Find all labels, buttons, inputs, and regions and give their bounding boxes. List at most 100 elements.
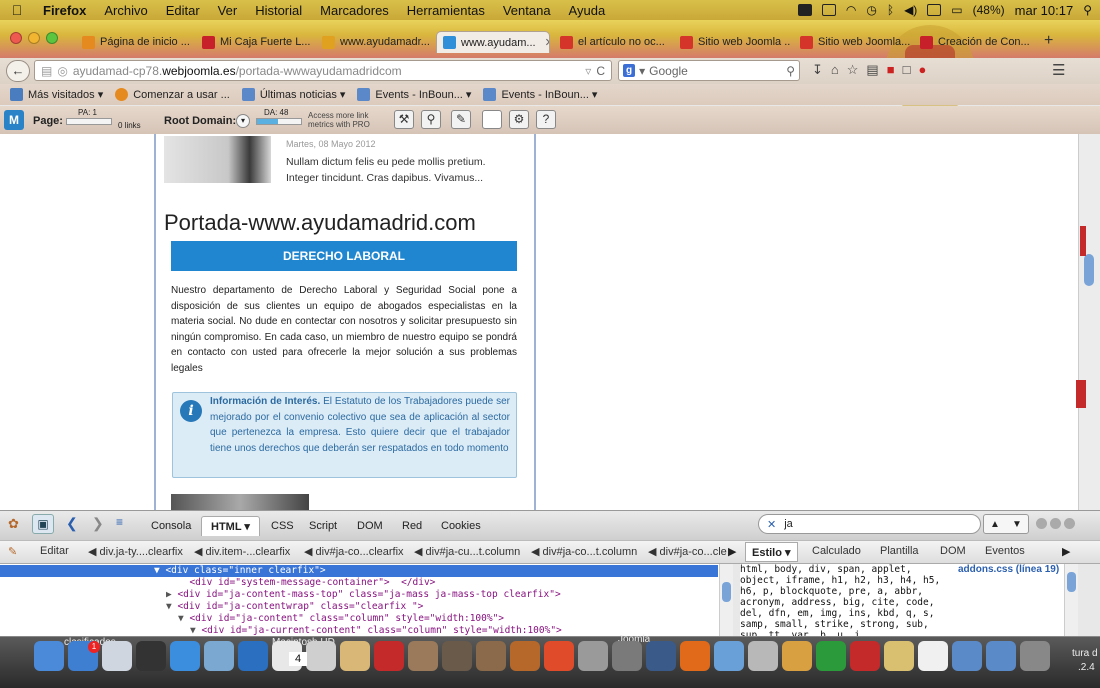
dock-app-icon[interactable]	[306, 641, 336, 671]
minimize-icon[interactable]	[1036, 518, 1047, 529]
menu-ver[interactable]: Ver	[209, 3, 247, 18]
tab-3[interactable]: www.ayudam... ✕	[436, 31, 550, 53]
breadcrumb-2[interactable]: ◀ div#ja-co...clearfix	[304, 545, 404, 558]
breadcrumb-5[interactable]: ◀ div#ja-co...cle	[648, 545, 727, 558]
bookmark-star-icon[interactable]: ☆	[847, 62, 859, 78]
firebug-icon[interactable]: ✿	[8, 516, 19, 532]
html-node-row[interactable]: ▼ <div id="ja-content" class="column" st…	[0, 613, 718, 625]
magnifier-icon[interactable]: ⚲	[421, 110, 441, 129]
breadcrumb-1[interactable]: ◀ div.item-...clearfix	[194, 545, 290, 558]
tab-0[interactable]: Página de inicio ...	[76, 31, 192, 53]
dock-app-icon[interactable]	[918, 641, 948, 671]
dock-app-icon[interactable]	[442, 641, 472, 671]
menu-marcadores[interactable]: Marcadores	[311, 3, 398, 18]
close-window-button[interactable]	[10, 32, 22, 44]
edit-icon[interactable]: ✎	[8, 545, 17, 558]
clear-search-icon[interactable]: ✕	[767, 518, 776, 531]
moz-access-pro[interactable]: Access more link metrics with PRO	[308, 111, 370, 129]
root-domain-dropdown-icon[interactable]: ▾	[236, 114, 250, 128]
dock-app-icon[interactable]	[136, 641, 166, 671]
blank-tool-button[interactable]	[482, 110, 502, 129]
menu-historial[interactable]: Historial	[246, 3, 311, 18]
search-magnifier-icon[interactable]: ⚲	[786, 64, 799, 78]
inspect-icon[interactable]: ▣	[32, 514, 54, 534]
tab-eventos[interactable]: Eventos	[985, 545, 1025, 557]
tab-css[interactable]: CSS	[262, 516, 303, 536]
badge-addon-icon[interactable]: ●	[918, 62, 926, 78]
tab-estilo[interactable]: Estilo ▾	[745, 542, 798, 562]
html-node-row[interactable]: ▼ <div id="ja-contentwrap" class="clearf…	[0, 601, 718, 613]
breadcrumb-0[interactable]: ◀ div.ja-ty....clearfix	[88, 545, 183, 558]
breadcrumb-more-icon[interactable]: ▶	[728, 545, 736, 558]
url-dropdown-icon[interactable]: ▿	[585, 64, 591, 78]
edit-button[interactable]: Editar	[40, 545, 69, 557]
dock-app-icon[interactable]	[748, 641, 778, 671]
tab-1[interactable]: Mi Caja Fuerte L...	[196, 31, 312, 53]
tab-7[interactable]: Creación de Con...	[914, 31, 1044, 53]
menu-ayuda[interactable]: Ayuda	[560, 3, 615, 18]
pencil-icon[interactable]: ✎	[451, 110, 471, 129]
moz-logo[interactable]: M	[4, 110, 24, 130]
command-line-icon[interactable]: ≡	[116, 515, 123, 529]
dock-app-icon[interactable]	[34, 641, 64, 671]
tab-red[interactable]: Red	[393, 516, 431, 536]
dock-app-icon[interactable]	[850, 641, 880, 671]
spotlight-search-icon[interactable]: ⚲	[1083, 3, 1092, 17]
bookmark-events-2[interactable]: Events - InBoun... ▾	[483, 88, 597, 101]
html-tree-pane[interactable]: ▼ <div class="inner clearfix"> <div id="…	[0, 564, 719, 636]
dock-app-icon[interactable]	[578, 641, 608, 671]
dock-app-icon[interactable]	[1020, 641, 1050, 671]
menu-ventana[interactable]: Ventana	[494, 3, 560, 18]
article-thumbnail[interactable]	[164, 136, 271, 183]
lastpass-icon[interactable]: ■	[887, 62, 895, 78]
new-tab-button[interactable]: +	[1044, 32, 1053, 50]
search-prev-icon[interactable]: ▲	[990, 519, 1000, 530]
tab-close-icon[interactable]: ✕	[545, 36, 549, 49]
dock-app-icon[interactable]	[884, 641, 914, 671]
zoom-window-button[interactable]	[46, 32, 58, 44]
tab-calculado[interactable]: Calculado	[812, 545, 861, 557]
dock-app-icon[interactable]	[408, 641, 438, 671]
firebug-search-input[interactable]: ✕ ja	[758, 514, 981, 534]
dock-app-icon[interactable]	[544, 641, 574, 671]
gear-icon[interactable]: ⚙	[509, 110, 529, 129]
dock-app-icon[interactable]	[816, 641, 846, 671]
home-icon[interactable]: ⌂	[831, 62, 839, 78]
expand-toggle-icon[interactable]	[178, 577, 189, 588]
bookmark-events-1[interactable]: Events - InBoun... ▾	[357, 88, 471, 101]
detach-icon[interactable]	[1050, 518, 1061, 529]
search-next-icon[interactable]: ▼	[1012, 519, 1022, 530]
menu-herramientas[interactable]: Herramientas	[398, 3, 494, 18]
dock-app-icon[interactable]	[170, 641, 200, 671]
close-icon[interactable]	[1064, 518, 1075, 529]
side-tabs-more-icon[interactable]: ▶	[1062, 545, 1070, 558]
css-rules-pane[interactable]: html, body, div, span, applet, object, i…	[740, 564, 1078, 636]
reader-icon[interactable]: ▤	[866, 62, 878, 78]
dock-app-icon[interactable]	[646, 641, 676, 671]
tab-consola[interactable]: Consola	[142, 516, 200, 536]
expand-toggle-icon[interactable]: ▼	[190, 625, 201, 636]
html-node-row[interactable]: <div id="system-message-container"> </di…	[0, 577, 718, 589]
tab-5[interactable]: Sitio web Joomla ...	[674, 31, 790, 53]
tab-script[interactable]: Script	[300, 516, 346, 536]
breadcrumb-3[interactable]: ◀ div#ja-cu...t.column	[414, 545, 520, 558]
page-scrollbar[interactable]	[1078, 134, 1100, 510]
html-node-row[interactable]: ▼ <div class="inner clearfix">	[0, 565, 718, 577]
tab-html[interactable]: HTML ▾	[201, 516, 260, 536]
tab-plantilla[interactable]: Plantilla	[880, 545, 919, 557]
minimize-window-button[interactable]	[28, 32, 40, 44]
expand-toggle-icon[interactable]: ▼	[178, 613, 189, 624]
breadcrumb-4[interactable]: ◀ div#ja-co...t.column	[531, 545, 637, 558]
search-nav-buttons[interactable]: ▲ ▼	[983, 514, 1029, 534]
dock-app-icon[interactable]	[986, 641, 1016, 671]
search-engine-dropdown-icon[interactable]: ▾	[639, 64, 645, 78]
html-node-row[interactable]: ▼ <div id="ja-current-content" class="co…	[0, 625, 718, 636]
search-box[interactable]: g ▾ Google ⚲	[618, 60, 800, 81]
expand-toggle-icon[interactable]: ▼	[166, 601, 177, 612]
tab-2[interactable]: www.ayudamadr...	[316, 31, 432, 53]
dock-app-icon[interactable]	[510, 641, 540, 671]
dock-app-icon[interactable]	[340, 641, 370, 671]
dock-app-icon[interactable]	[204, 641, 234, 671]
back-button[interactable]: ←	[6, 60, 30, 82]
expand-toggle-icon[interactable]: ▼	[154, 565, 165, 576]
